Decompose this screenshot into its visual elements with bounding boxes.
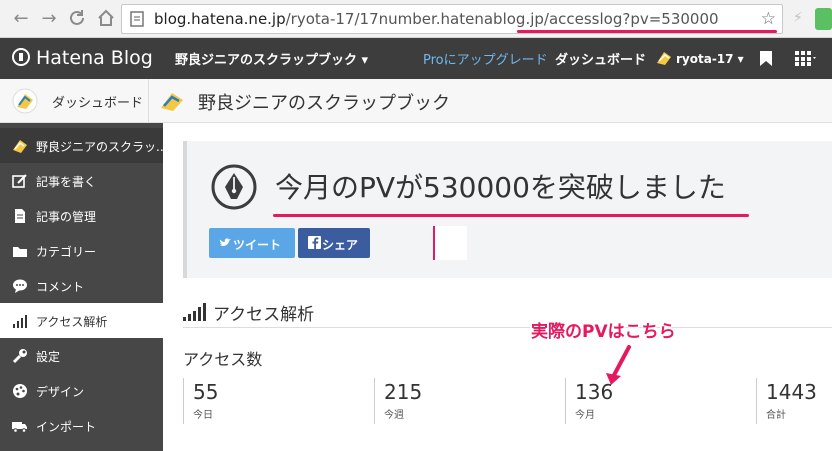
address-bar[interactable]: blog.hatena.ne.jp/ryota-17/17number.hate… xyxy=(121,4,783,34)
sidebar-item-label: 野良ジニアのスクラッ... xyxy=(36,140,168,154)
url-highlight-underline xyxy=(517,30,777,33)
wrench-icon xyxy=(12,348,28,364)
sidebar-item-label: デザイン xyxy=(36,385,85,399)
sidebar-item-category[interactable]: カテゴリー xyxy=(0,233,163,268)
stat-caption: 合計 xyxy=(766,410,786,421)
sidebar-item-label: インポート xyxy=(36,420,97,434)
truck-icon xyxy=(12,418,28,434)
hatena-blog-logo[interactable]: Hatena Blog xyxy=(12,47,153,69)
tweet-label: ツイート xyxy=(233,238,282,252)
extension-icon[interactable]: ⚡ xyxy=(793,10,811,28)
forward-arrow-icon[interactable]: → xyxy=(38,8,60,30)
sidebar-item-label: 記事の管理 xyxy=(36,210,97,224)
blog-avatar-icon xyxy=(12,138,28,154)
sidebar-item-import[interactable]: インポート xyxy=(0,408,163,443)
sidebar-item-design[interactable]: デザイン xyxy=(0,373,163,408)
url-text: blog.hatena.ne.jp/ryota-17/17number.hate… xyxy=(154,10,719,28)
edit-icon xyxy=(12,173,28,189)
sidebar-item-label: 記事を書く xyxy=(36,175,97,189)
user-menu[interactable]: ryota-17 ▾ xyxy=(655,49,744,67)
user-avatar-icon xyxy=(657,52,671,65)
stat-value: 136 xyxy=(575,380,614,404)
comment-icon xyxy=(12,278,28,294)
stat-value: 1443 xyxy=(766,380,817,404)
extension-green-icon[interactable] xyxy=(815,8,832,30)
sidebar-item-comment[interactable]: コメント xyxy=(0,268,163,303)
stat-caption: 今週 xyxy=(384,410,404,421)
blog-selector-menu[interactable]: 野良ジニアのスクラップブック ▾ xyxy=(175,49,368,68)
achievement-banner: 今月のPVが530000を突破しました ツイート シェア xyxy=(183,141,832,278)
annotation-callout: 実際のPVはこちら xyxy=(531,322,676,342)
stat-value: 55 xyxy=(193,380,219,404)
reload-icon[interactable] xyxy=(64,8,90,30)
stat-month: 136 今月 xyxy=(565,378,755,424)
stat-caption: 今月 xyxy=(575,410,595,421)
sidebar-item-label: アクセス解析 xyxy=(36,315,108,329)
access-count-label: アクセス数 xyxy=(183,350,263,369)
dashboard-bar: ダッシュボード 野良ジニアのスクラップブック xyxy=(0,79,832,123)
access-section-header: アクセス解析 xyxy=(183,300,832,328)
browser-toolbar: ← → blog.hatena.ne.jp/ryota-17/17number.… xyxy=(0,0,832,38)
banner-title: 今月のPVが530000を突破しました xyxy=(275,171,726,204)
apps-grid-icon[interactable] xyxy=(795,51,817,66)
stat-value: 215 xyxy=(384,380,423,404)
share-label: シェア xyxy=(322,238,359,252)
upgrade-link[interactable]: Proにアップグレード xyxy=(423,49,548,68)
hatena-logo-icon xyxy=(12,48,30,66)
sidebar-item-label: 設定 xyxy=(36,350,61,364)
sidebar-item-label: カテゴリー xyxy=(36,245,97,259)
page-info-icon[interactable] xyxy=(130,11,144,27)
palette-icon xyxy=(12,383,28,399)
main-content: 今月のPVが530000を突破しました ツイート シェア アクセス解析 アクセス… xyxy=(163,123,832,451)
twitter-icon xyxy=(219,238,231,246)
facebook-share-button[interactable]: シェア xyxy=(298,228,370,258)
stat-total: 1443 合計 xyxy=(756,378,832,424)
sidebar-item-write[interactable]: 記事を書く xyxy=(0,163,163,198)
sidebar-item-label: コメント xyxy=(36,280,85,294)
folder-icon xyxy=(12,243,28,259)
pocket-button[interactable] xyxy=(433,226,467,260)
header-dashboard-link[interactable]: ダッシュボード xyxy=(555,49,646,68)
stat-week: 215 今週 xyxy=(374,378,564,424)
stat-today: 55 今日 xyxy=(183,378,373,424)
sidebar-item-manage[interactable]: 記事の管理 xyxy=(0,198,163,233)
dashboard-avatar-icon[interactable] xyxy=(12,88,38,114)
access-stats: 55 今日 215 今週 136 今月 1443 合計 xyxy=(183,378,832,426)
title-highlight-underline xyxy=(273,214,749,217)
sidebar-item-settings[interactable]: 設定 xyxy=(0,338,163,373)
facebook-icon xyxy=(308,236,321,249)
back-arrow-icon[interactable]: ← xyxy=(10,8,32,30)
stat-caption: 今日 xyxy=(193,410,213,421)
bar-chart-icon xyxy=(12,313,28,329)
dashboard-link[interactable]: ダッシュボード xyxy=(52,92,143,111)
bar-chart-icon xyxy=(183,303,206,321)
divider xyxy=(148,79,149,123)
home-icon[interactable] xyxy=(94,8,118,30)
blog-title-link[interactable]: 野良ジニアのスクラップブック xyxy=(198,89,450,115)
tweet-button[interactable]: ツイート xyxy=(209,228,295,258)
sidebar-item-blog[interactable]: 野良ジニアのスクラッ... xyxy=(0,128,167,163)
bookmark-star-icon[interactable]: ☆ xyxy=(761,9,776,29)
blog-avatar-icon[interactable] xyxy=(158,88,186,114)
document-icon xyxy=(12,208,28,224)
bookmark-icon[interactable] xyxy=(760,51,772,66)
hatena-header: Hatena Blog 野良ジニアのスクラップブック ▾ Proにアップグレード… xyxy=(0,38,832,79)
section-title: アクセス解析 xyxy=(213,305,315,325)
sidebar-item-access[interactable]: アクセス解析 xyxy=(0,303,163,338)
sidebar: 野良ジニアのスクラッ... 記事を書く 記事の管理 カテゴリー コメント アクセ… xyxy=(0,123,167,451)
pen-nib-icon xyxy=(211,164,257,210)
